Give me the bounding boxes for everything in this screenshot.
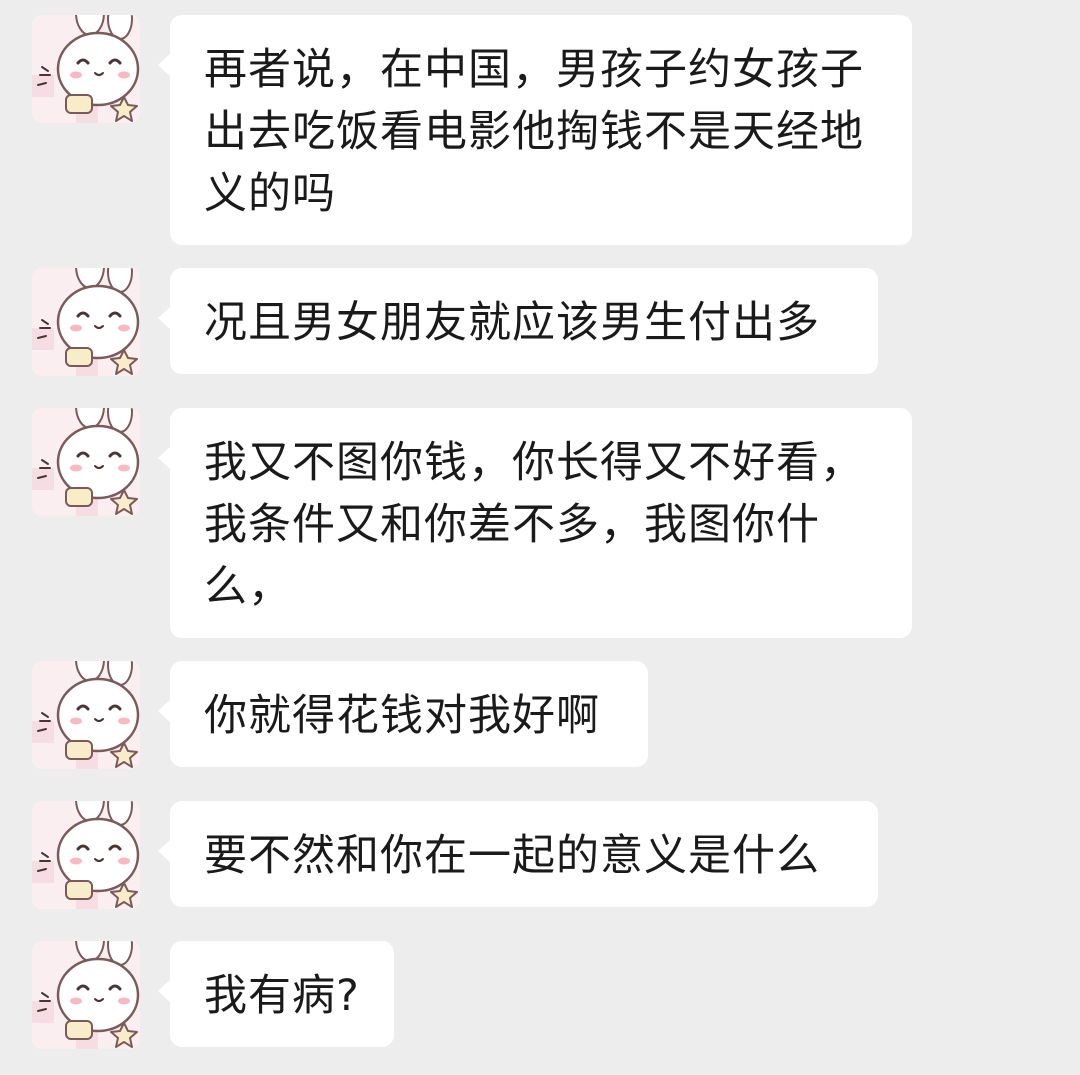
bunny-avatar-icon	[32, 268, 140, 376]
avatar[interactable]	[32, 801, 140, 909]
message-text: 我又不图你钱，你长得又不好看，我条件又和你差不多，我图你什么，	[204, 438, 864, 612]
bunny-avatar-icon	[32, 408, 140, 516]
bunny-avatar-icon	[32, 801, 140, 909]
message-bubble[interactable]: 你就得花钱对我好啊	[158, 661, 648, 767]
message-bubble[interactable]: 我有病?	[158, 941, 394, 1047]
avatar[interactable]	[32, 15, 140, 123]
avatar[interactable]	[32, 408, 140, 516]
message-text: 再者说，在中国，男孩子约女孩子出去吃饭看电影他掏钱不是天经地义的吗	[204, 45, 864, 219]
avatar[interactable]	[32, 268, 140, 376]
message-text: 你就得花钱对我好啊	[204, 691, 600, 741]
bunny-avatar-icon	[32, 941, 140, 1049]
avatar[interactable]	[32, 941, 140, 1049]
bunny-avatar-icon	[32, 661, 140, 769]
message-text: 要不然和你在一起的意义是什么	[204, 831, 820, 881]
avatar[interactable]	[32, 661, 140, 769]
chat-message-list[interactable]: 再者说，在中国，男孩子约女孩子出去吃饭看电影他掏钱不是天经地义的吗 况且男女朋友…	[0, 0, 1080, 1075]
bunny-avatar-icon	[32, 15, 140, 123]
message-bubble[interactable]: 要不然和你在一起的意义是什么	[158, 801, 878, 907]
message-text: 况且男女朋友就应该男生付出多	[204, 298, 820, 348]
message-text: 我有病?	[204, 971, 360, 1021]
message-bubble[interactable]: 况且男女朋友就应该男生付出多	[158, 268, 878, 374]
message-bubble[interactable]: 再者说，在中国，男孩子约女孩子出去吃饭看电影他掏钱不是天经地义的吗	[158, 15, 912, 245]
message-bubble[interactable]: 我又不图你钱，你长得又不好看，我条件又和你差不多，我图你什么，	[158, 408, 912, 638]
